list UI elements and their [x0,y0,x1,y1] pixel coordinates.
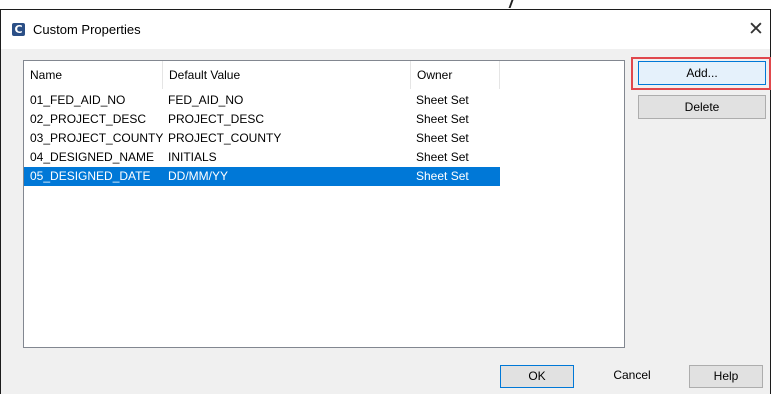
ok-button[interactable]: OK [500,365,574,388]
cell-default-value: INITIALS [168,150,217,164]
cell-name: 04_DESIGNED_NAME [30,150,155,164]
cell-owner: Sheet Set [416,112,469,126]
app-logo-icon: C [12,23,25,36]
cell-name: 02_PROJECT_DESC [30,112,147,126]
list-rows: 01_FED_AID_NO FED_AID_NO Sheet Set 02_PR… [24,91,624,186]
table-row[interactable]: 03_PROJECT_COUNTY PROJECT_COUNTY Sheet S… [24,129,500,148]
list-header: Name Default Value Owner [24,61,624,89]
custom-properties-dialog: C Custom Properties ✕ Name Default Value… [1,11,771,394]
cell-owner: Sheet Set [416,169,469,183]
table-row[interactable]: 02_PROJECT_DESC PROJECT_DESC Sheet Set [24,110,500,129]
add-button[interactable]: Add... [638,61,766,85]
cell-name: 05_DESIGNED_DATE [30,169,151,183]
table-row-selected[interactable]: 05_DESIGNED_DATE DD/MM/YY Sheet Set [24,167,500,186]
cell-owner: Sheet Set [416,93,469,107]
cancel-button[interactable]: Cancel [595,365,669,388]
cell-name: 03_PROJECT_COUNTY [30,131,164,145]
column-header-owner[interactable]: Owner [410,61,500,89]
top-edge [0,0,771,10]
delete-button[interactable]: Delete [638,95,766,119]
cell-default-value: PROJECT_DESC [168,112,265,126]
help-button[interactable]: Help [689,365,763,388]
top-edge-stroke [508,0,514,8]
cell-name: 01_FED_AID_NO [30,93,126,107]
cell-owner: Sheet Set [416,150,469,164]
table-row[interactable]: 04_DESIGNED_NAME INITIALS Sheet Set [24,148,500,167]
title-bar: C Custom Properties ✕ [1,11,770,49]
cell-default-value: PROJECT_COUNTY [168,131,282,145]
column-header-default-value[interactable]: Default Value [162,61,410,89]
cell-default-value: DD/MM/YY [168,169,228,183]
dialog-title: Custom Properties [33,22,141,37]
column-header-name[interactable]: Name [24,61,162,89]
properties-list[interactable]: Name Default Value Owner 01_FED_AID_NO F… [23,60,625,348]
close-icon[interactable]: ✕ [742,15,770,45]
cell-owner: Sheet Set [416,131,469,145]
table-row[interactable]: 01_FED_AID_NO FED_AID_NO Sheet Set [24,91,500,110]
cell-default-value: FED_AID_NO [168,93,244,107]
